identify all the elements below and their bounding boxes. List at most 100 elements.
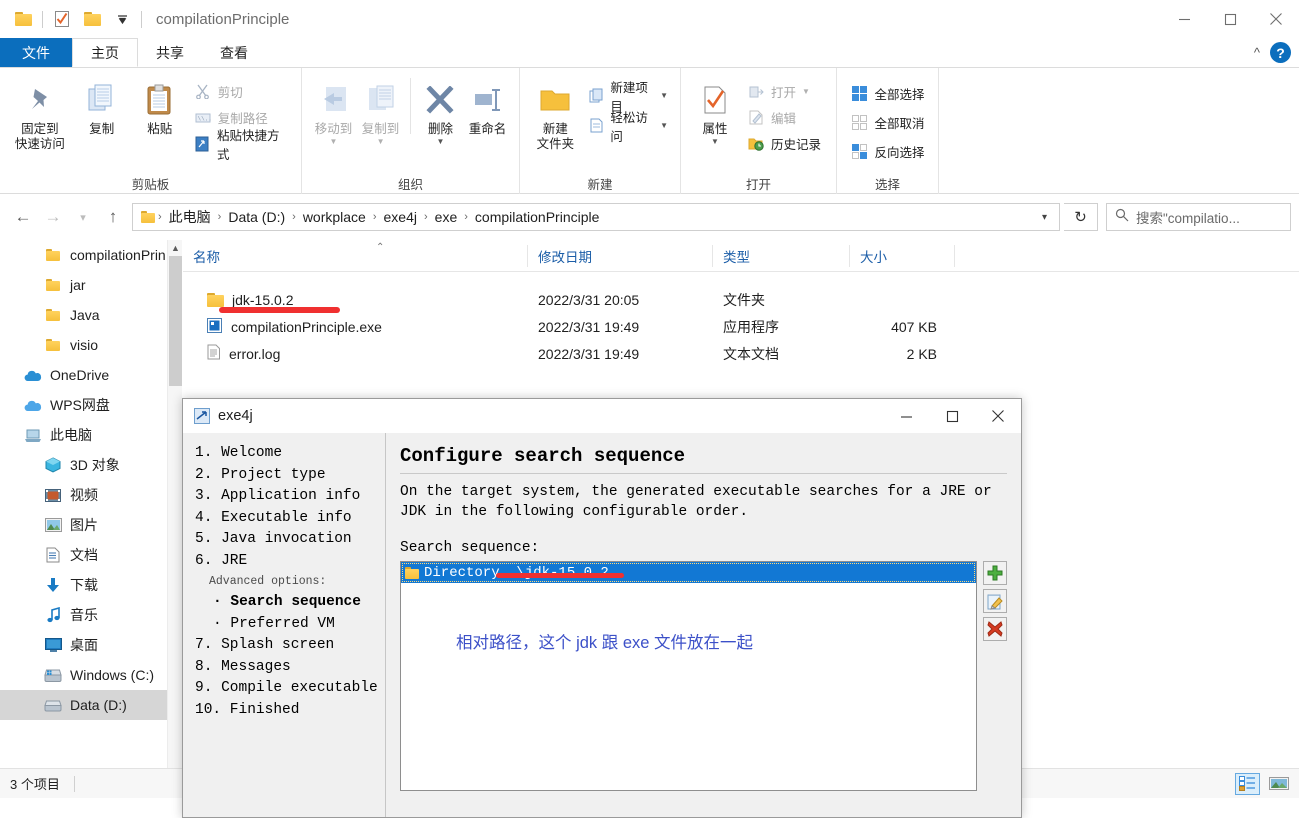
sidebar-item-visio[interactable]: visio — [0, 330, 181, 360]
copy-button[interactable]: 复制 — [74, 74, 130, 137]
scrollbar-thumb[interactable] — [169, 256, 182, 386]
sidebar-item-[interactable]: 此电脑 — [0, 420, 181, 450]
delete-chevron-down-icon[interactable]: ▼ — [437, 137, 445, 146]
open-chevron-down-icon[interactable]: ▼ — [802, 87, 810, 96]
tab-file[interactable]: 文件 — [0, 38, 72, 67]
wizard-step-2[interactable]: 3. Application info — [195, 486, 385, 508]
properties-button[interactable]: 属性 ▼ — [689, 74, 741, 146]
history-button[interactable]: 历史记录 — [743, 132, 825, 155]
move-to-chevron-down-icon[interactable]: ▼ — [330, 137, 338, 146]
paste-button[interactable]: 粘贴 — [132, 74, 188, 137]
search-sequence-list[interactable]: Directory .\jdk-15.0.2 相对路径，这个 jdk 跟 exe… — [400, 561, 977, 791]
wizard-step-11[interactable]: 9. Compile executable — [195, 678, 385, 700]
breadcrumb-item-0[interactable]: 此电脑 — [165, 207, 215, 227]
sidebar-item-[interactable]: 文档 — [0, 540, 181, 570]
table-row[interactable]: error.log2022/3/31 19:49文本文档2 KB — [183, 340, 1299, 367]
properties-chevron-down-icon[interactable]: ▼ — [711, 137, 719, 146]
properties-quick-icon[interactable] — [47, 0, 77, 38]
up-button[interactable]: ↑ — [98, 202, 128, 232]
add-entry-button[interactable] — [983, 561, 1007, 585]
dialog-minimize-button[interactable] — [883, 399, 929, 433]
help-button[interactable]: ? — [1270, 42, 1291, 63]
back-button[interactable]: ← — [8, 202, 38, 232]
select-none-button[interactable]: 全部取消 — [846, 111, 928, 134]
scroll-up-arrow-icon[interactable]: ▲ — [168, 240, 183, 256]
wizard-step-9[interactable]: 7. Splash screen — [195, 635, 385, 657]
sidebar-item-wps[interactable]: WPS网盘 — [0, 390, 181, 420]
wizard-step-4[interactable]: 5. Java invocation — [195, 529, 385, 551]
dialog-close-button[interactable] — [975, 399, 1021, 433]
dialog-maximize-button[interactable] — [929, 399, 975, 433]
column-name[interactable]: 名称 — [183, 245, 528, 267]
rename-button[interactable]: 重命名 — [464, 74, 511, 137]
easy-access-button[interactable]: 轻松访问 ▼ — [585, 114, 672, 137]
new-item-chevron-down-icon[interactable]: ▼ — [660, 91, 668, 100]
cut-button[interactable]: 剪切 — [190, 80, 293, 103]
breadcrumb-item-3[interactable]: exe4j — [380, 209, 421, 225]
select-all-button[interactable]: 全部选择 — [846, 82, 928, 105]
list-item[interactable]: Directory .\jdk-15.0.2 — [401, 562, 976, 583]
details-view-button[interactable] — [1235, 773, 1260, 795]
invert-selection-button[interactable]: 反向选择 — [846, 140, 928, 163]
sidebar-item-data-d[interactable]: Data (D:) — [0, 690, 181, 720]
new-folder-button[interactable]: 新建 文件夹 — [528, 74, 583, 152]
sidebar-item-[interactable]: 视频 — [0, 480, 181, 510]
copy-to-button[interactable]: 复制到 ▼ — [357, 74, 404, 146]
wizard-step-8[interactable]: · Preferred VM — [195, 614, 385, 636]
tab-home[interactable]: 主页 — [72, 38, 138, 67]
sidebar-item-[interactable]: 桌面 — [0, 630, 181, 660]
column-type[interactable]: 类型 — [713, 245, 850, 267]
wizard-step-5[interactable]: 6. JRE — [195, 551, 385, 573]
column-size[interactable]: 大小 — [850, 245, 955, 267]
sidebar-item-3d[interactable]: 3D 对象 — [0, 450, 181, 480]
sidebar-item-windows-c[interactable]: Windows (C:) — [0, 660, 181, 690]
wizard-step-0[interactable]: 1. Welcome — [195, 443, 385, 465]
customize-qat-chevron-down-icon[interactable] — [107, 0, 137, 38]
collapse-ribbon-chevron-up-icon[interactable]: ^ — [1254, 45, 1260, 60]
open-button[interactable]: 打开 ▼ — [743, 80, 825, 103]
easy-access-chevron-down-icon[interactable]: ▼ — [660, 121, 668, 130]
remove-entry-button[interactable] — [983, 617, 1007, 641]
table-row[interactable]: compilationPrinciple.exe2022/3/31 19:49应… — [183, 313, 1299, 340]
large-icons-view-button[interactable] — [1266, 773, 1291, 795]
minimize-button[interactable] — [1161, 0, 1207, 38]
new-folder-quick-icon[interactable] — [77, 0, 107, 38]
breadcrumb-item-2[interactable]: workplace — [299, 209, 370, 225]
breadcrumb-chevron-down-icon[interactable]: ▾ — [1034, 212, 1055, 223]
sidebar-item-compilationprin[interactable]: compilationPrin — [0, 240, 181, 270]
forward-button[interactable]: → — [38, 202, 68, 232]
close-button[interactable] — [1253, 0, 1299, 38]
copy-to-chevron-down-icon[interactable]: ▼ — [377, 137, 385, 146]
sidebar-item-jar[interactable]: jar — [0, 270, 181, 300]
wizard-step-3[interactable]: 4. Executable info — [195, 508, 385, 530]
breadcrumb[interactable]: › 此电脑 › Data (D:) › workplace › exe4j › … — [132, 203, 1060, 231]
recent-locations-button[interactable]: ▾ — [68, 202, 98, 232]
search-box[interactable]: 搜索"compilatio... — [1106, 203, 1291, 231]
wizard-step-10[interactable]: 8. Messages — [195, 657, 385, 679]
navigation-pane-scrollbar[interactable]: ▲ — [167, 240, 182, 768]
edit-entry-button[interactable] — [983, 589, 1007, 613]
sidebar-item-java[interactable]: Java — [0, 300, 181, 330]
maximize-button[interactable] — [1207, 0, 1253, 38]
delete-button[interactable]: 删除 ▼ — [417, 74, 464, 146]
wizard-step-7[interactable]: · Search sequence — [195, 592, 385, 614]
paste-shortcut-button[interactable]: 粘贴快捷方式 — [190, 132, 293, 155]
breadcrumb-item-5[interactable]: compilationPrinciple — [471, 209, 604, 225]
search-input[interactable]: 搜索"compilatio... — [1136, 207, 1240, 227]
sidebar-item-[interactable]: 图片 — [0, 510, 181, 540]
breadcrumb-item-1[interactable]: Data (D:) — [224, 209, 289, 225]
wizard-step-1[interactable]: 2. Project type — [195, 465, 385, 487]
table-row[interactable]: jdk-15.0.22022/3/31 20:05文件夹 — [183, 286, 1299, 313]
wizard-step-12[interactable]: 10. Finished — [195, 700, 385, 722]
column-date[interactable]: 修改日期 — [528, 245, 713, 267]
tab-share[interactable]: 共享 — [138, 38, 202, 67]
sidebar-item-[interactable]: 下载 — [0, 570, 181, 600]
refresh-button[interactable]: ↻ — [1064, 203, 1098, 231]
sidebar-item-onedrive[interactable]: OneDrive — [0, 360, 181, 390]
move-to-button[interactable]: 移动到 ▼ — [310, 74, 357, 146]
breadcrumb-item-4[interactable]: exe — [431, 209, 462, 225]
tab-view[interactable]: 查看 — [202, 38, 266, 67]
pin-to-quick-access-button[interactable]: 固定到 快速访问 — [8, 74, 72, 152]
sidebar-item-[interactable]: 音乐 — [0, 600, 181, 630]
new-item-button[interactable]: 新建项目 ▼ — [585, 84, 672, 107]
